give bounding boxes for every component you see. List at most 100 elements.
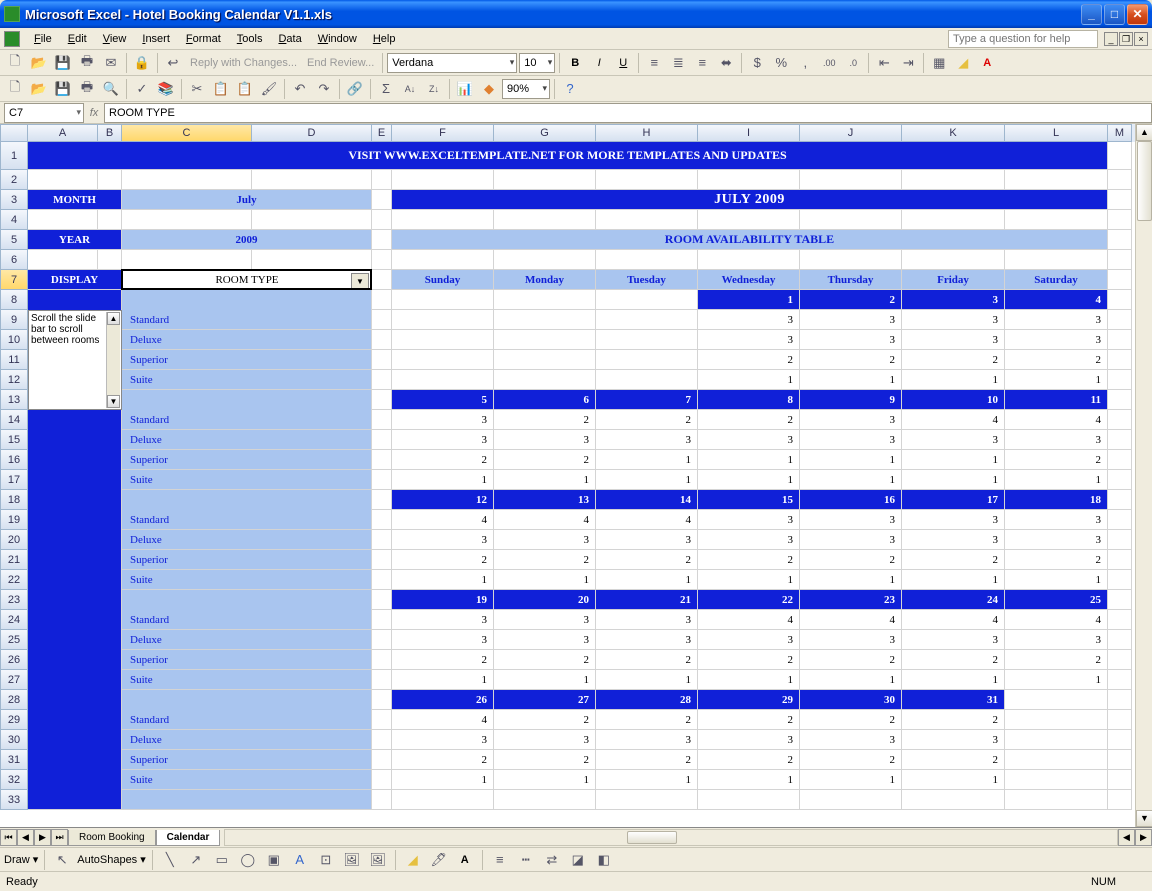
format-painter-button[interactable]: 🖌 — [258, 78, 280, 100]
borders-button[interactable]: ▦ — [928, 52, 950, 74]
decrease-decimal-button[interactable]: .0 — [842, 52, 864, 74]
print-preview-button[interactable]: 🔍 — [100, 78, 122, 100]
column-header-L[interactable]: L — [1005, 124, 1108, 142]
banner-link[interactable]: VISIT WWW.EXCELTEMPLATE.NET FOR MORE TEM… — [28, 142, 1108, 170]
scroll-hint-box[interactable]: Scroll the slide bar to scroll between r… — [28, 310, 122, 410]
year-value[interactable]: 2009 — [122, 230, 372, 250]
reply-icon[interactable]: ↩ — [162, 52, 184, 74]
row-header-27[interactable]: 27 — [0, 670, 28, 690]
cut-button[interactable]: ✂ — [186, 78, 208, 100]
italic-button[interactable]: I — [588, 52, 610, 74]
zoom-combo[interactable]: 90% — [502, 79, 550, 99]
horizontal-scrollbar[interactable] — [224, 829, 1118, 846]
column-header-A[interactable]: A — [28, 124, 98, 142]
paste-button[interactable]: 📋 — [234, 78, 256, 100]
3d-button[interactable]: ◧ — [593, 849, 615, 871]
menu-edit[interactable]: Edit — [60, 31, 95, 47]
hint-scroll-down[interactable]: ▼ — [107, 395, 120, 408]
tab-first-button[interactable]: ⏮ — [0, 829, 17, 846]
rectangle-button[interactable]: ▭ — [211, 849, 233, 871]
diagram-button[interactable]: ⊡ — [315, 849, 337, 871]
row-header-2[interactable]: 2 — [0, 170, 28, 190]
drawing-toggle-button[interactable]: ◆ — [478, 78, 500, 100]
row-header-1[interactable]: 1 — [0, 142, 28, 170]
bold-button[interactable]: B — [564, 52, 586, 74]
tab-last-button[interactable]: ⏭ — [51, 829, 68, 846]
reply-with-changes-button[interactable]: Reply with Changes... — [186, 57, 301, 69]
end-review-button[interactable]: End Review... — [303, 57, 378, 69]
help-button[interactable]: ? — [559, 78, 581, 100]
sheet-tab-room-booking[interactable]: Room Booking — [68, 830, 156, 846]
hyperlink-button[interactable]: 🔗 — [344, 78, 366, 100]
new-blank-button[interactable]: 🗋 — [4, 78, 26, 100]
mdi-close-button[interactable]: × — [1134, 32, 1148, 46]
shadow-button[interactable]: ◪ — [567, 849, 589, 871]
increase-indent-button[interactable]: ⇥ — [897, 52, 919, 74]
menu-file[interactable]: File — [26, 31, 60, 47]
menu-view[interactable]: View — [95, 31, 135, 47]
row-header-31[interactable]: 31 — [0, 750, 28, 770]
spreadsheet-grid[interactable]: ABCDEFGHIJKLM 12345678910111213141516171… — [0, 124, 1152, 827]
formula-bar[interactable]: ROOM TYPE — [104, 103, 1152, 123]
picture-button[interactable]: 🖼 — [367, 849, 389, 871]
print-button[interactable]: 🖶 — [76, 52, 98, 74]
font-name-combo[interactable]: Verdana — [387, 53, 517, 73]
percent-button[interactable]: % — [770, 52, 792, 74]
permission-button[interactable]: 🔒 — [131, 52, 153, 74]
font-color-draw-button[interactable]: A — [454, 849, 476, 871]
row-header-17[interactable]: 17 — [0, 470, 28, 490]
row-header-26[interactable]: 26 — [0, 650, 28, 670]
vertical-scroll-thumb[interactable] — [1137, 141, 1152, 221]
column-header-E[interactable]: E — [372, 124, 392, 142]
window-maximize-button[interactable]: □ — [1104, 4, 1125, 25]
scroll-down-button[interactable]: ▼ — [1136, 810, 1152, 827]
row-header-11[interactable]: 11 — [0, 350, 28, 370]
column-header-D[interactable]: D — [252, 124, 372, 142]
row-header-5[interactable]: 5 — [0, 230, 28, 250]
spelling-button[interactable]: ✓ — [131, 78, 153, 100]
currency-button[interactable]: $ — [746, 52, 768, 74]
research-button[interactable]: 📚 — [155, 78, 177, 100]
column-header-K[interactable]: K — [902, 124, 1005, 142]
row-header-4[interactable]: 4 — [0, 210, 28, 230]
arrow-button[interactable]: ↗ — [185, 849, 207, 871]
wordart-button[interactable]: A — [289, 849, 311, 871]
row-header-32[interactable]: 32 — [0, 770, 28, 790]
mdi-restore-button[interactable]: ❐ — [1119, 32, 1133, 46]
row-header-12[interactable]: 12 — [0, 370, 28, 390]
autosum-button[interactable]: Σ — [375, 78, 397, 100]
menu-data[interactable]: Data — [270, 31, 309, 47]
row-header-22[interactable]: 22 — [0, 570, 28, 590]
sort-asc-button[interactable]: A↓ — [399, 78, 421, 100]
column-header-B[interactable]: B — [98, 124, 122, 142]
row-header-9[interactable]: 9 — [0, 310, 28, 330]
column-header-I[interactable]: I — [698, 124, 800, 142]
autoshapes-menu[interactable]: AutoShapes ▾ — [77, 853, 146, 866]
line-style-button[interactable]: ≡ — [489, 849, 511, 871]
save-button[interactable]: 💾 — [52, 52, 74, 74]
row-header-3[interactable]: 3 — [0, 190, 28, 210]
open-button[interactable]: 📂 — [28, 52, 50, 74]
fill-color-draw-button[interactable]: ◢ — [402, 849, 424, 871]
row-header-8[interactable]: 8 — [0, 290, 28, 310]
oval-button[interactable]: ◯ — [237, 849, 259, 871]
month-value[interactable]: July — [122, 190, 372, 210]
column-header-H[interactable]: H — [596, 124, 698, 142]
copy-button[interactable]: 📋 — [210, 78, 232, 100]
decrease-indent-button[interactable]: ⇤ — [873, 52, 895, 74]
align-right-button[interactable]: ≡ — [691, 52, 713, 74]
row-header-13[interactable]: 13 — [0, 390, 28, 410]
comma-button[interactable]: , — [794, 52, 816, 74]
row-header-30[interactable]: 30 — [0, 730, 28, 750]
mdi-minimize-button[interactable]: _ — [1104, 32, 1118, 46]
undo-button[interactable]: ↶ — [289, 78, 311, 100]
open2-button[interactable]: 📂 — [28, 78, 50, 100]
row-header-18[interactable]: 18 — [0, 490, 28, 510]
row-header-15[interactable]: 15 — [0, 430, 28, 450]
horizontal-scroll-thumb[interactable] — [627, 831, 677, 844]
menu-insert[interactable]: Insert — [134, 31, 178, 47]
save2-button[interactable]: 💾 — [52, 78, 74, 100]
help-search-input[interactable] — [948, 30, 1098, 48]
clipart-button[interactable]: 🖼 — [341, 849, 363, 871]
tab-prev-button[interactable]: ◀ — [17, 829, 34, 846]
